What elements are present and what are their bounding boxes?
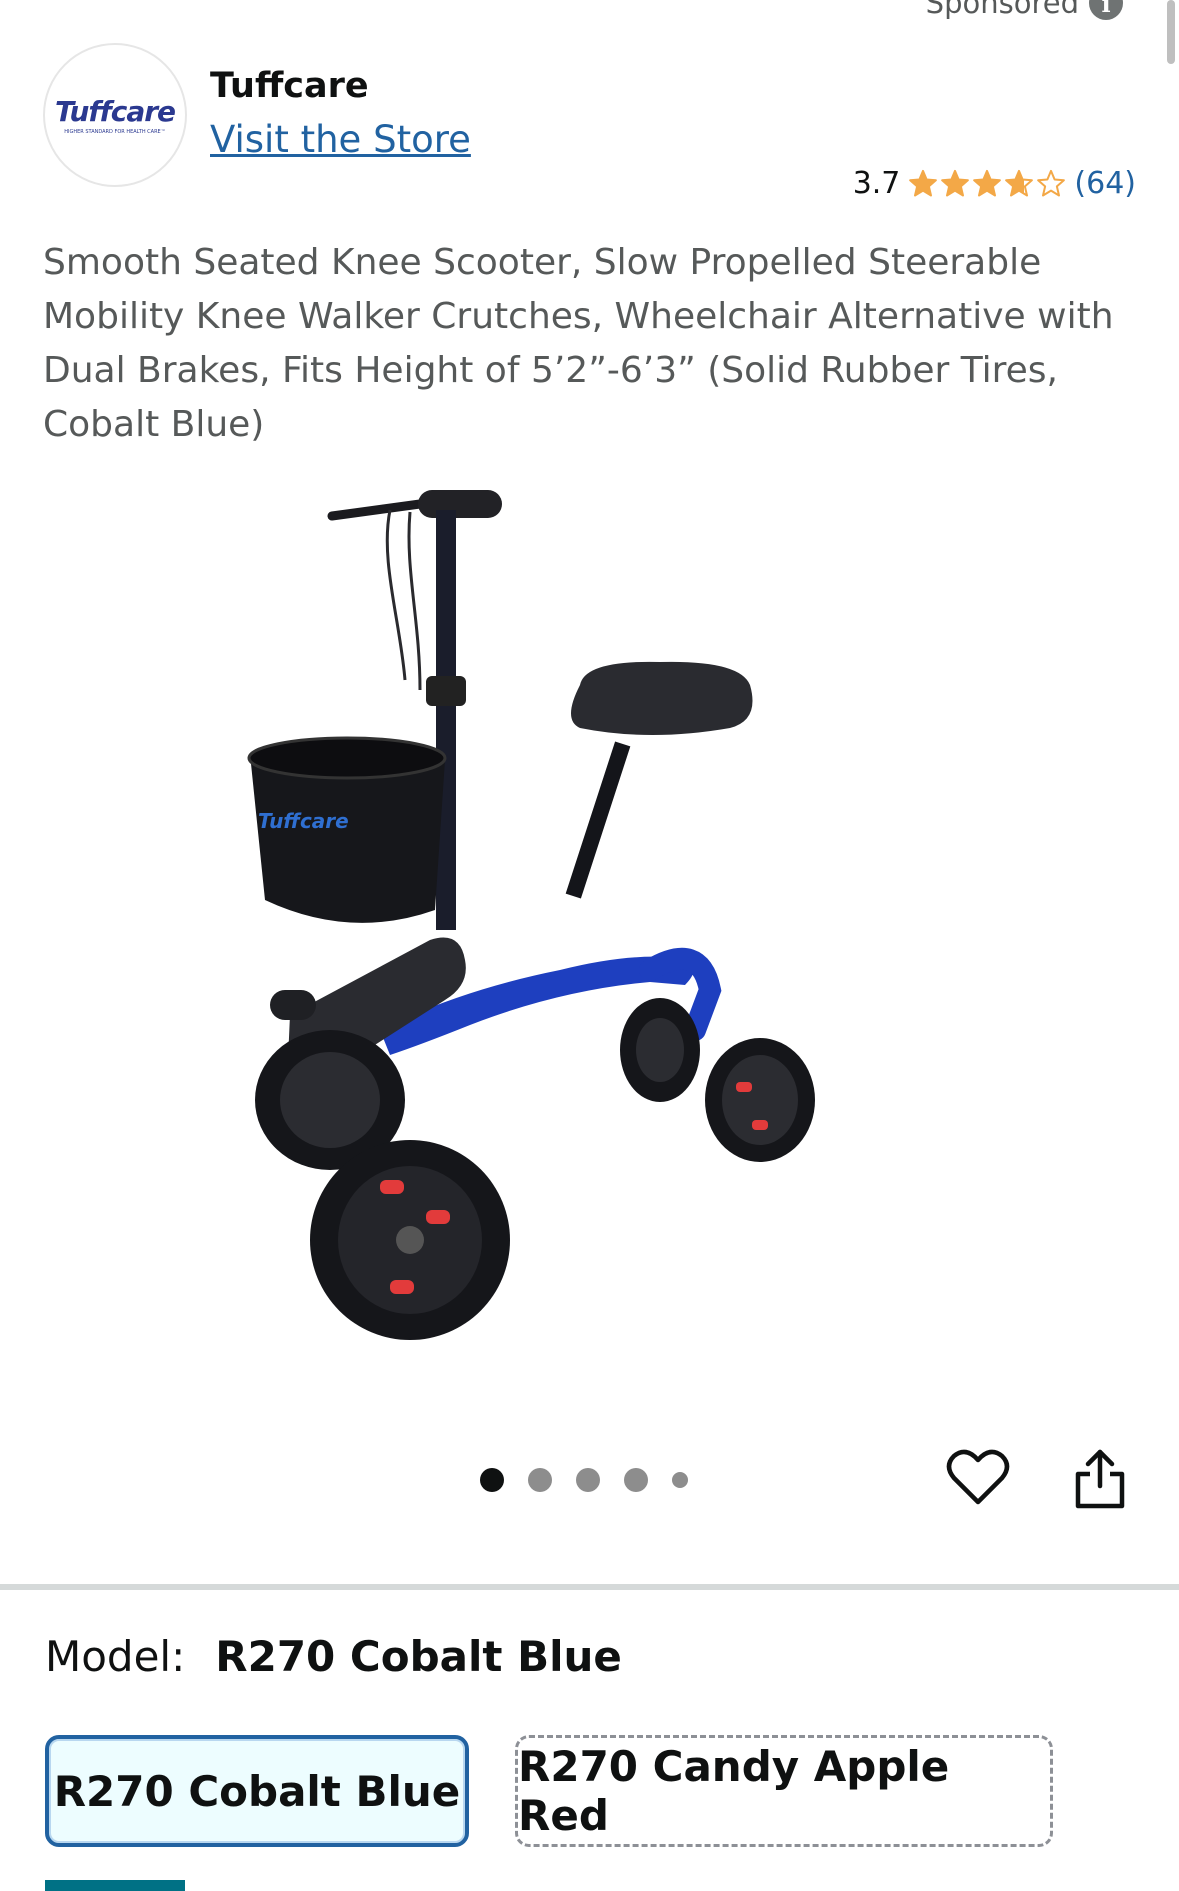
carousel-dot[interactable] [528, 1468, 552, 1492]
rating-value: 3.7 [852, 166, 901, 201]
share-icon[interactable] [1072, 1446, 1128, 1510]
option-r270-cobalt-blue[interactable]: R270 Cobalt Blue [45, 1735, 469, 1847]
carousel-dot[interactable] [480, 1468, 504, 1492]
carousel-dot[interactable] [576, 1468, 600, 1492]
sponsored-label[interactable]: Sponsored i [926, 0, 1123, 20]
variation-header: Model: R270 Cobalt Blue [45, 1632, 622, 1681]
star-rating [908, 169, 1066, 199]
visit-store-link[interactable]: Visit the Store [210, 118, 471, 161]
star-icon [1037, 169, 1066, 196]
carousel-dot[interactable] [624, 1468, 648, 1492]
partial-next-row [45, 1880, 185, 1891]
handlebar [327, 490, 502, 691]
product-title: Smooth Seated Knee Scooter, Slow Propell… [43, 242, 1114, 445]
option-r270-candy-apple-red[interactable]: R270 Candy Apple Red [515, 1735, 1053, 1847]
sponsored-text: Sponsored [925, 0, 1079, 20]
scrollbar[interactable] [1167, 0, 1175, 64]
brand-logo[interactable]: Tuffcare HIGHER STANDARD FOR HEALTH CARE… [43, 43, 187, 187]
option-label: R270 Candy Apple Red [518, 1742, 950, 1840]
variation-label: Model: [45, 1632, 186, 1681]
product-page: Sponsored i Tuffcare HIGHER STANDARD FOR… [0, 0, 1179, 1891]
steering-column [436, 510, 456, 930]
info-icon[interactable]: i [1089, 0, 1123, 20]
svg-text:Tuffcare: Tuffcare [258, 809, 349, 833]
back-wheel [620, 998, 700, 1102]
brand-name: Tuffcare [210, 66, 369, 106]
rating-summary[interactable]: 3.7 (64) [853, 166, 1136, 201]
basket: Tuffcare [247, 736, 447, 923]
star-icon [973, 169, 1002, 196]
heart-icon[interactable] [946, 1448, 1010, 1508]
star-icon [941, 169, 970, 196]
seat [565, 661, 753, 899]
star-icon [909, 169, 938, 196]
image-carousel-dots[interactable] [480, 1468, 688, 1492]
logo-tagline: HIGHER STANDARD FOR HEALTH CARE™ [64, 129, 166, 135]
front-wheel [310, 1140, 510, 1340]
star-icon [1005, 169, 1034, 196]
variation-selected-value: R270 Cobalt Blue [215, 1632, 622, 1681]
section-divider [0, 1584, 1179, 1590]
product-image[interactable]: Tuffcare SMOOTH [230, 470, 950, 1360]
logo-wordmark: Tuffcare [54, 95, 176, 128]
back-wheel-right [705, 1038, 815, 1162]
carousel-dot[interactable] [672, 1472, 688, 1488]
rating-count[interactable]: (64) [1074, 166, 1136, 201]
option-label: R270 Cobalt Blue [53, 1766, 461, 1816]
